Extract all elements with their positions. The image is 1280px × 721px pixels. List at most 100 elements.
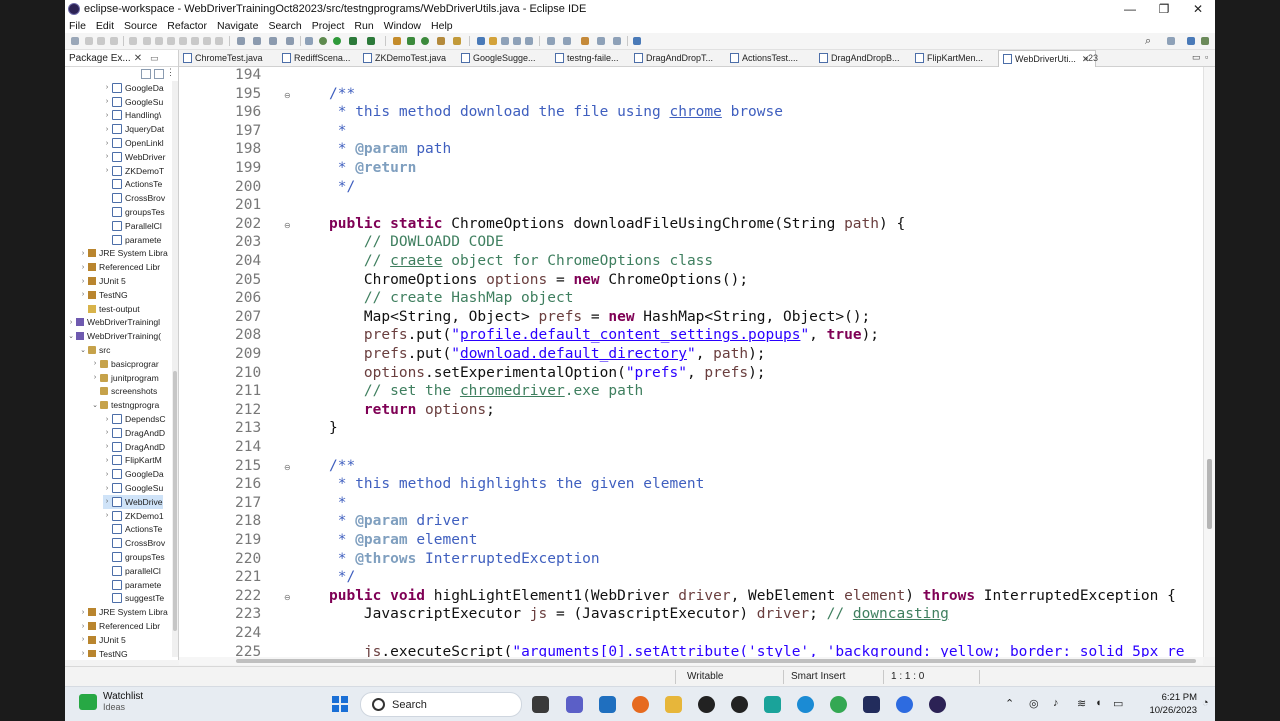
code-line[interactable]: js.executeScript("arguments[0].setAttrib… (329, 644, 1185, 657)
search-tool-icon[interactable] (477, 37, 485, 45)
expand-arrow-icon[interactable]: › (79, 636, 87, 643)
tree-item[interactable]: › WebDriverTrainingl (67, 316, 160, 330)
tree-item[interactable]: › JUnit 5 (79, 274, 126, 288)
editor-horizontal-scrollbar[interactable] (179, 657, 1203, 665)
suspend-icon[interactable] (155, 37, 163, 45)
expand-arrow-icon[interactable]: › (103, 126, 111, 133)
outline-icon[interactable] (305, 37, 313, 45)
code-line[interactable]: */ (329, 569, 355, 585)
menu-refactor[interactable]: Refactor (167, 20, 207, 32)
open-perspective-icon[interactable] (1167, 37, 1175, 45)
code-line[interactable]: } (329, 420, 338, 436)
tree-item[interactable]: CrossBrov (103, 191, 165, 205)
expand-arrow-icon[interactable]: › (67, 319, 75, 326)
package-scrollbar[interactable] (172, 81, 178, 657)
expand-arrow-icon[interactable]: › (79, 609, 87, 616)
expand-arrow-icon[interactable]: › (103, 416, 111, 423)
menu-source[interactable]: Source (124, 20, 157, 32)
code-line[interactable]: ChromeOptions options = new ChromeOption… (329, 272, 748, 288)
highlight-icon[interactable] (489, 37, 497, 45)
print-icon[interactable] (110, 37, 118, 45)
close-button[interactable]: ✕ (1181, 0, 1215, 18)
tree-item[interactable]: › TestNG (79, 288, 128, 302)
zoom-icon[interactable] (896, 696, 913, 713)
menu-edit[interactable]: Edit (96, 20, 114, 32)
tree-item[interactable]: CrossBrov (103, 536, 165, 550)
terminate-icon[interactable] (167, 37, 175, 45)
battery-icon[interactable]: ▭ (1113, 697, 1123, 710)
tree-item[interactable]: paramete (103, 578, 161, 592)
network-tray-icon[interactable]: ◎ (1029, 697, 1039, 710)
tree-item[interactable]: › WebDrive (103, 495, 163, 509)
tree-item[interactable]: › GoogleSu (103, 481, 163, 495)
tree-item[interactable]: groupsTes (103, 205, 165, 219)
intellij-icon[interactable] (863, 696, 880, 713)
expand-arrow-icon[interactable]: › (91, 360, 99, 367)
fold-toggle-icon[interactable]: ⊖ (284, 463, 291, 472)
tree-item[interactable]: › OpenLinkl (103, 136, 164, 150)
link-editor-icon[interactable] (154, 69, 164, 79)
pin-editor-icon[interactable] (633, 37, 641, 45)
notification-icon[interactable]: ◔ (1202, 697, 1209, 709)
tree-item[interactable]: ⌄ testngprogra (91, 398, 159, 412)
tree-item[interactable]: › Handling\ (103, 109, 161, 123)
status-insert-mode[interactable]: Smart Insert (791, 671, 845, 682)
microphone-icon[interactable]: ♪ (1053, 697, 1059, 709)
drop-to-frame-icon[interactable] (237, 37, 245, 45)
taskbar-search[interactable]: Search (360, 692, 522, 717)
code-line[interactable]: /** (329, 458, 355, 474)
editor-tab[interactable]: WebDriverUti... ✕ (998, 50, 1097, 67)
skip-breakpoints-icon[interactable] (129, 37, 137, 45)
tree-item[interactable]: ⌄ WebDriverTraining( (67, 329, 161, 343)
run-icon[interactable] (333, 37, 341, 45)
tree-item[interactable]: › JRE System Libra (79, 605, 168, 619)
editor-vertical-scrollbar[interactable] (1203, 67, 1215, 657)
toggle-breakpoint-icon[interactable] (269, 37, 277, 45)
close-view-icon[interactable]: ✕ (134, 53, 142, 64)
tree-item[interactable]: › DragAndD (103, 440, 165, 454)
code-line[interactable]: * (329, 123, 347, 139)
teams-chat-icon[interactable] (566, 696, 583, 713)
tree-item[interactable]: › JUnit 5 (79, 633, 126, 647)
step-over-icon[interactable] (203, 37, 211, 45)
chrome-icon[interactable] (830, 696, 847, 713)
store-icon[interactable] (599, 696, 616, 713)
volume-icon[interactable]: ◖ (1095, 697, 1102, 709)
menu-help[interactable]: Help (431, 20, 453, 32)
next-annotation-icon[interactable] (547, 37, 555, 45)
debug-perspective-icon[interactable] (1201, 37, 1209, 45)
dell-icon[interactable] (698, 696, 715, 713)
code-line[interactable]: // set the chromedriver.exe path (329, 383, 643, 399)
expand-arrow-icon[interactable]: ⌄ (91, 401, 99, 409)
expand-arrow-icon[interactable]: › (103, 429, 111, 436)
back-icon[interactable] (597, 37, 605, 45)
code-line[interactable]: prefs.put("profile.default_content_setti… (329, 327, 879, 343)
tree-item[interactable]: › Referenced Libr (79, 260, 160, 274)
tree-item[interactable]: › DragAndD (103, 426, 165, 440)
tree-item[interactable]: › ZKDemoT (103, 164, 164, 178)
media-app-icon[interactable] (731, 696, 748, 713)
last-edit-icon[interactable] (581, 37, 589, 45)
code-line[interactable]: return options; (329, 402, 495, 418)
code-line[interactable]: prefs.put("download.default_directory", … (329, 346, 766, 362)
code-line[interactable]: * @return (329, 160, 417, 176)
disconnect-icon[interactable] (179, 37, 187, 45)
tree-item[interactable]: › Referenced Libr (79, 619, 160, 633)
expand-arrow-icon[interactable]: › (79, 278, 87, 285)
more-tabs-button[interactable]: »23 (1083, 50, 1098, 66)
expand-arrow-icon[interactable]: › (103, 84, 111, 91)
menu-navigate[interactable]: Navigate (217, 20, 258, 32)
expand-arrow-icon[interactable]: › (103, 153, 111, 160)
expand-arrow-icon[interactable]: › (103, 512, 111, 519)
expand-arrow-icon[interactable]: › (103, 140, 111, 147)
editor-tab[interactable]: RediffScena... (282, 50, 350, 66)
widgets-button[interactable]: Watchlist Ideas (79, 691, 143, 712)
save-all-icon[interactable] (97, 37, 105, 45)
tree-item[interactable]: › FlipKartM (103, 454, 162, 468)
expand-arrow-icon[interactable]: › (103, 112, 111, 119)
external-tools-icon[interactable] (367, 37, 375, 45)
expand-arrow-icon[interactable]: › (103, 471, 111, 478)
tree-item[interactable]: screenshots (91, 385, 157, 399)
tree-item[interactable]: ⌄ src (79, 343, 110, 357)
code-line[interactable]: public void highLightElement1(WebDriver … (329, 588, 1176, 604)
